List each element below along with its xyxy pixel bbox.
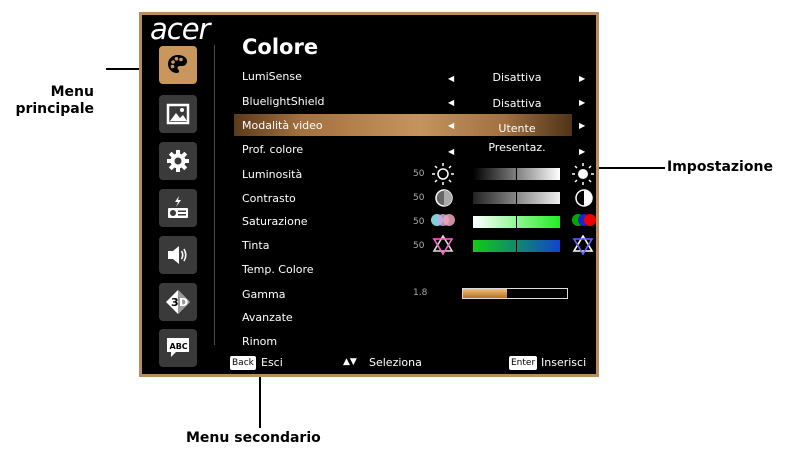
saturation-low-icon [431, 214, 455, 226]
svg-text:D: D [179, 296, 188, 309]
enter-label: Inserisci [541, 356, 587, 369]
bluelight-right-arrow[interactable]: ▶ [579, 98, 585, 107]
prof-left-arrow[interactable]: ◀ [448, 147, 454, 156]
3d-icon: 3 D [166, 290, 190, 314]
enter-key[interactable]: Enter [509, 356, 538, 370]
saturation-slider[interactable] [473, 216, 560, 228]
sun-high-icon [572, 163, 594, 185]
row-advanced[interactable]: Avanzate [242, 311, 293, 324]
slider-marker [516, 240, 517, 252]
tint-high-icon [572, 234, 594, 256]
callout-submenu: Menu secondario [186, 430, 321, 446]
page-title: Colore [242, 35, 319, 59]
prof-right-arrow[interactable]: ▶ [579, 147, 585, 156]
lumisense-value: Disattiva [492, 71, 542, 84]
side-menu-3d[interactable]: 3 D [159, 283, 197, 321]
lumisense-right-arrow[interactable]: ▶ [579, 74, 585, 83]
tint-value: 50 [413, 241, 425, 251]
sun-low-icon [432, 163, 454, 185]
speaker-icon [168, 246, 187, 264]
select-label: Seleziona [369, 356, 422, 369]
side-menu-settings[interactable] [159, 142, 197, 180]
row-contrast[interactable]: Contrasto [242, 192, 296, 205]
side-menu-image[interactable] [159, 95, 197, 133]
language-abc-icon: ABC [167, 338, 189, 357]
osd-menu: acer 3 D ABC Colore LumiSense ◀ Disattiv… [139, 12, 599, 377]
slider-marker [516, 216, 517, 228]
brightness-slider[interactable] [473, 168, 560, 180]
prof-value: Presentaz. [488, 141, 546, 154]
row-reset[interactable]: Rinom [242, 335, 277, 348]
contrast-low-icon [435, 189, 453, 207]
tint-slider[interactable] [473, 240, 560, 252]
tint-low-icon [432, 234, 454, 256]
saturation-value: 50 [413, 217, 425, 227]
saturation-high-icon [572, 214, 596, 226]
svg-text:3: 3 [171, 296, 179, 309]
gamma-slider[interactable] [462, 288, 568, 299]
contrast-high-icon [575, 189, 593, 207]
gear-icon [167, 150, 189, 172]
nav-arrows-icon: ▲▼ [343, 357, 357, 367]
callout-main-menu-line2: principale [15, 101, 94, 117]
back-key[interactable]: Back [230, 356, 256, 370]
row-color-temperature[interactable]: Temp. Colore [242, 263, 314, 276]
row-brightness[interactable]: Luminosità [242, 168, 302, 181]
callout-main-menu: Menu principale [4, 84, 94, 118]
slider-marker [516, 168, 517, 180]
row-tint[interactable]: Tinta [242, 239, 269, 252]
palette-icon [168, 55, 187, 73]
row-gamma[interactable]: Gamma [242, 288, 285, 301]
side-menu-audio[interactable] [159, 236, 197, 274]
gamma-slider-fill [463, 289, 507, 298]
bluelight-value: Disattiva [492, 97, 542, 110]
side-menu-management[interactable] [159, 189, 197, 227]
menu-divider [214, 45, 215, 345]
row-lumisense[interactable]: LumiSense [242, 70, 302, 83]
bluelight-left-arrow[interactable]: ◀ [448, 98, 454, 107]
mode-value: Utente [498, 122, 536, 135]
row-saturation[interactable]: Saturazione [242, 215, 308, 228]
callout-main-menu-line1: Menu [50, 84, 94, 100]
slider-marker [516, 192, 517, 204]
brightness-value: 50 [413, 169, 425, 179]
brand-logo: acer [150, 12, 210, 46]
mode-right-arrow[interactable]: ▶ [579, 121, 585, 130]
contrast-value: 50 [413, 193, 425, 203]
row-bluelightshield[interactable]: BluelightShield [242, 95, 325, 108]
lumisense-left-arrow[interactable]: ◀ [448, 74, 454, 83]
side-menu-color[interactable] [159, 46, 197, 84]
callout-setting: Impostazione [667, 159, 773, 175]
row-video-mode[interactable]: Modalità video [242, 119, 323, 132]
contrast-slider[interactable] [473, 192, 560, 204]
side-menu-language[interactable]: ABC [159, 329, 197, 367]
back-label: Esci [261, 356, 283, 369]
mode-left-arrow[interactable]: ◀ [448, 121, 454, 130]
projector-management-icon [168, 196, 188, 218]
row-color-profile[interactable]: Prof. colore [242, 143, 303, 156]
image-icon [166, 103, 190, 125]
svg-text:ABC: ABC [170, 342, 188, 351]
gamma-value: 1.8 [413, 288, 428, 298]
